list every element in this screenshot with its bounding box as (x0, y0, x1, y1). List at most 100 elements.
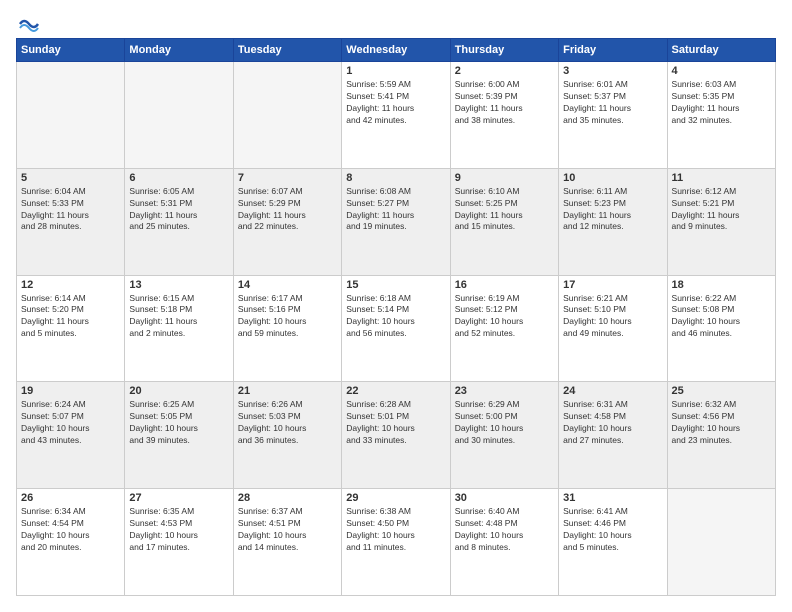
calendar-cell: 1 Sunrise: 5:59 AM Sunset: 5:41 PM Daylig… (342, 62, 450, 169)
weekday-header: Sunday (17, 39, 125, 62)
calendar-table: SundayMondayTuesdayWednesdayThursdayFrid… (16, 38, 776, 596)
calendar-cell: 25 Sunrise: 6:32 AM Sunset: 4:56 PM Dayli… (667, 382, 775, 489)
day-number: 4 (672, 65, 771, 77)
calendar-cell: 20 Sunrise: 6:25 AM Sunset: 5:05 PM Dayli… (125, 382, 233, 489)
day-info: Sunrise: 6:38 AM Sunset: 4:50 PM Dayligh… (346, 506, 445, 554)
calendar-cell: 10Sunrise: 6:11 AM Sunset: 5:23 PM Dayli… (559, 168, 667, 275)
day-info: Sunrise: 6:10 AM Sunset: 5:25 PM Dayligh… (455, 186, 554, 234)
weekday-header: Monday (125, 39, 233, 62)
day-info: Sunrise: 6:15 AM Sunset: 5:18 PM Dayligh… (129, 293, 228, 341)
day-number: 22 (346, 385, 445, 397)
calendar-cell: 3 Sunrise: 6:01 AM Sunset: 5:37 PM Daylig… (559, 62, 667, 169)
calendar-cell: 2Sunrise: 6:00 AM Sunset: 5:39 PM Daylig… (450, 62, 558, 169)
logo (16, 16, 40, 28)
calendar-week-row: 1 Sunrise: 5:59 AM Sunset: 5:41 PM Daylig… (17, 62, 776, 169)
day-info: Sunrise: 6:40 AM Sunset: 4:48 PM Dayligh… (455, 506, 554, 554)
calendar-cell: 9 Sunrise: 6:10 AM Sunset: 5:25 PM Daylig… (450, 168, 558, 275)
day-info: Sunrise: 6:01 AM Sunset: 5:37 PM Dayligh… (563, 79, 662, 127)
page: SundayMondayTuesdayWednesdayThursdayFrid… (0, 0, 792, 612)
calendar-cell: 16 Sunrise: 6:19 AM Sunset: 5:12 PM Dayli… (450, 275, 558, 382)
calendar-cell: 8 Sunrise: 6:08 AM Sunset: 5:27 PM Daylig… (342, 168, 450, 275)
day-number: 30 (455, 492, 554, 504)
day-number: 10 (563, 172, 662, 184)
weekday-header: Wednesday (342, 39, 450, 62)
calendar-cell: 19Sunrise: 6:24 AM Sunset: 5:07 PM Dayli… (17, 382, 125, 489)
day-number: 14 (238, 279, 337, 291)
calendar-cell: 29 Sunrise: 6:38 AM Sunset: 4:50 PM Dayli… (342, 489, 450, 596)
calendar-cell: 28 Sunrise: 6:37 AM Sunset: 4:51 PM Dayli… (233, 489, 341, 596)
day-number: 8 (346, 172, 445, 184)
calendar-cell: 23 Sunrise: 6:29 AM Sunset: 5:00 PM Dayli… (450, 382, 558, 489)
day-info: Sunrise: 6:18 AM Sunset: 5:14 PM Dayligh… (346, 293, 445, 341)
day-info: Sunrise: 6:31 AM Sunset: 4:58 PM Dayligh… (563, 399, 662, 447)
day-info: Sunrise: 6:32 AM Sunset: 4:56 PM Dayligh… (672, 399, 771, 447)
day-number: 5 (21, 172, 120, 184)
calendar-cell: 5 Sunrise: 6:04 AM Sunset: 5:33 PM Daylig… (17, 168, 125, 275)
calendar-cell: 18 Sunrise: 6:22 AM Sunset: 5:08 PM Dayli… (667, 275, 775, 382)
day-number: 6 (129, 172, 228, 184)
logo-wave-icon (18, 16, 40, 32)
calendar-cell: 7 Sunrise: 6:07 AM Sunset: 5:29 PM Daylig… (233, 168, 341, 275)
header (16, 16, 776, 28)
weekday-header: Friday (559, 39, 667, 62)
day-info: Sunrise: 6:28 AM Sunset: 5:01 PM Dayligh… (346, 399, 445, 447)
day-number: 9 (455, 172, 554, 184)
day-info: Sunrise: 6:29 AM Sunset: 5:00 PM Dayligh… (455, 399, 554, 447)
day-number: 24 (563, 385, 662, 397)
calendar-cell: 30 Sunrise: 6:40 AM Sunset: 4:48 PM Dayli… (450, 489, 558, 596)
day-info: Sunrise: 6:05 AM Sunset: 5:31 PM Dayligh… (129, 186, 228, 234)
calendar-cell: 14Sunrise: 6:17 AM Sunset: 5:16 PM Dayli… (233, 275, 341, 382)
calendar-cell: 21Sunrise: 6:26 AM Sunset: 5:03 PM Dayli… (233, 382, 341, 489)
day-info: Sunrise: 6:35 AM Sunset: 4:53 PM Dayligh… (129, 506, 228, 554)
calendar-cell: 17 Sunrise: 6:21 AM Sunset: 5:10 PM Dayli… (559, 275, 667, 382)
weekday-header: Tuesday (233, 39, 341, 62)
day-number: 27 (129, 492, 228, 504)
day-info: Sunrise: 6:07 AM Sunset: 5:29 PM Dayligh… (238, 186, 337, 234)
calendar-cell (233, 62, 341, 169)
day-number: 18 (672, 279, 771, 291)
day-number: 16 (455, 279, 554, 291)
calendar-week-row: 12 Sunrise: 6:14 AM Sunset: 5:20 PM Dayli… (17, 275, 776, 382)
day-number: 29 (346, 492, 445, 504)
day-number: 28 (238, 492, 337, 504)
calendar-cell: 13Sunrise: 6:15 AM Sunset: 5:18 PM Dayli… (125, 275, 233, 382)
day-info: Sunrise: 5:59 AM Sunset: 5:41 PM Dayligh… (346, 79, 445, 127)
day-info: Sunrise: 6:12 AM Sunset: 5:21 PM Dayligh… (672, 186, 771, 234)
day-number: 21 (238, 385, 337, 397)
day-number: 25 (672, 385, 771, 397)
calendar-week-row: 26 Sunrise: 6:34 AM Sunset: 4:54 PM Dayli… (17, 489, 776, 596)
calendar-cell: 24 Sunrise: 6:31 AM Sunset: 4:58 PM Dayli… (559, 382, 667, 489)
day-number: 15 (346, 279, 445, 291)
calendar-cell (17, 62, 125, 169)
day-info: Sunrise: 6:19 AM Sunset: 5:12 PM Dayligh… (455, 293, 554, 341)
day-info: Sunrise: 6:34 AM Sunset: 4:54 PM Dayligh… (21, 506, 120, 554)
day-info: Sunrise: 6:37 AM Sunset: 4:51 PM Dayligh… (238, 506, 337, 554)
calendar-week-row: 5 Sunrise: 6:04 AM Sunset: 5:33 PM Daylig… (17, 168, 776, 275)
day-number: 7 (238, 172, 337, 184)
day-number: 3 (563, 65, 662, 77)
day-number: 26 (21, 492, 120, 504)
day-number: 20 (129, 385, 228, 397)
calendar-header-row: SundayMondayTuesdayWednesdayThursdayFrid… (17, 39, 776, 62)
day-number: 23 (455, 385, 554, 397)
calendar-cell: 27 Sunrise: 6:35 AM Sunset: 4:53 PM Dayli… (125, 489, 233, 596)
day-info: Sunrise: 6:00 AM Sunset: 5:39 PM Dayligh… (455, 79, 554, 127)
day-number: 1 (346, 65, 445, 77)
weekday-header: Thursday (450, 39, 558, 62)
day-info: Sunrise: 6:04 AM Sunset: 5:33 PM Dayligh… (21, 186, 120, 234)
day-info: Sunrise: 6:21 AM Sunset: 5:10 PM Dayligh… (563, 293, 662, 341)
calendar-cell: 6 Sunrise: 6:05 AM Sunset: 5:31 PM Daylig… (125, 168, 233, 275)
weekday-header: Saturday (667, 39, 775, 62)
calendar-cell: 11 Sunrise: 6:12 AM Sunset: 5:21 PM Dayli… (667, 168, 775, 275)
day-number: 11 (672, 172, 771, 184)
day-info: Sunrise: 6:14 AM Sunset: 5:20 PM Dayligh… (21, 293, 120, 341)
calendar-cell: 31Sunrise: 6:41 AM Sunset: 4:46 PM Dayli… (559, 489, 667, 596)
calendar-cell (125, 62, 233, 169)
day-info: Sunrise: 6:25 AM Sunset: 5:05 PM Dayligh… (129, 399, 228, 447)
day-info: Sunrise: 6:22 AM Sunset: 5:08 PM Dayligh… (672, 293, 771, 341)
day-info: Sunrise: 6:08 AM Sunset: 5:27 PM Dayligh… (346, 186, 445, 234)
day-number: 19 (21, 385, 120, 397)
day-number: 12 (21, 279, 120, 291)
day-number: 31 (563, 492, 662, 504)
day-number: 17 (563, 279, 662, 291)
